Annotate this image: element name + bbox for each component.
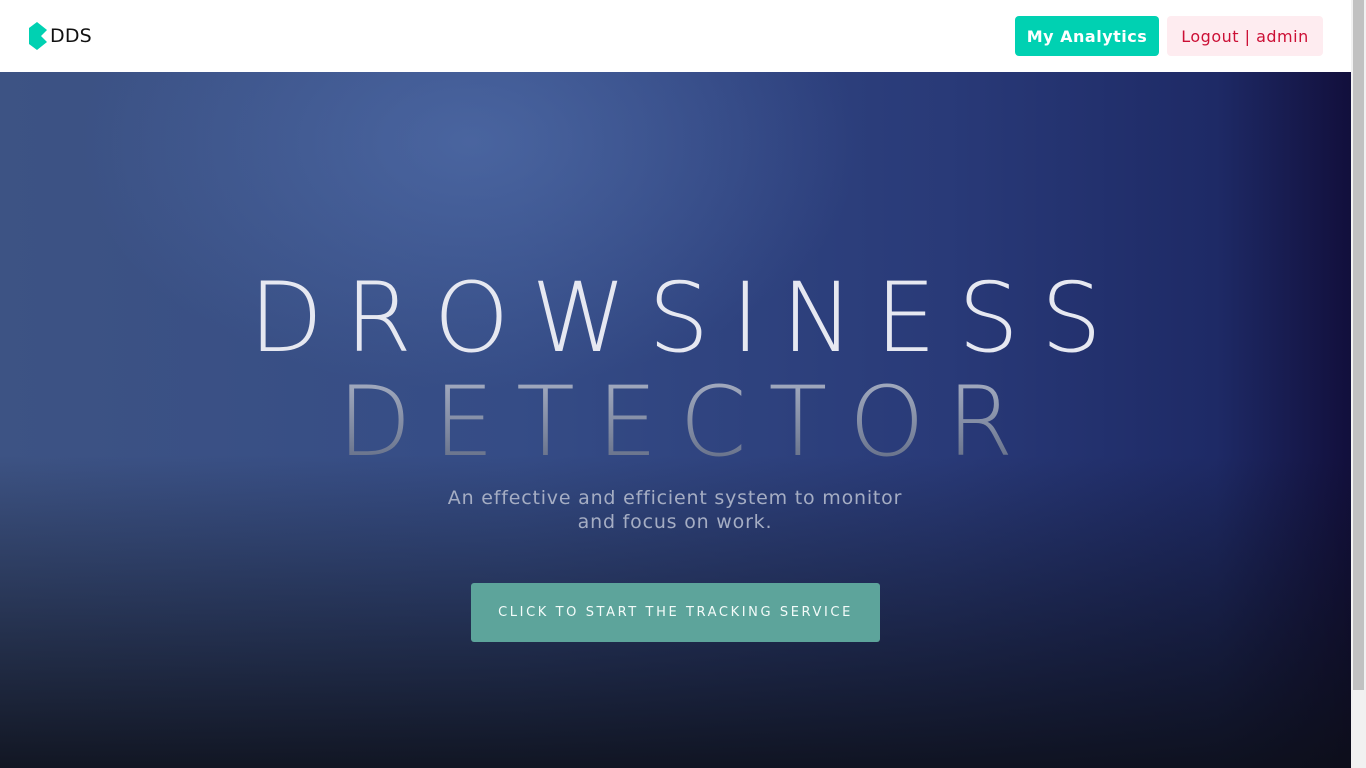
- hero-title-line-2: DETECTOR: [0, 370, 1351, 474]
- brand-link[interactable]: DDS: [28, 21, 92, 51]
- my-analytics-button[interactable]: My Analytics: [1015, 16, 1159, 56]
- vertical-scrollbar[interactable]: [1351, 0, 1366, 768]
- hero-section: DROWSINESS DETECTOR An effective and eff…: [0, 72, 1351, 768]
- hero-title-line-1: DROWSINESS: [249, 262, 1124, 374]
- dds-logo-icon: [29, 22, 47, 50]
- hero-subtitle: An effective and efficient system to mon…: [447, 487, 903, 533]
- brand-name: DDS: [50, 25, 92, 47]
- scrollbar-thumb[interactable]: [1353, 0, 1364, 690]
- top-navbar: DDS My Analytics Logout | admin: [0, 0, 1351, 72]
- start-tracking-button[interactable]: CLICK TO START THE TRACKING SERVICE: [471, 583, 880, 642]
- page-viewport: DDS My Analytics Logout | admin DROWSINE…: [0, 0, 1351, 768]
- logout-button[interactable]: Logout | admin: [1167, 16, 1323, 56]
